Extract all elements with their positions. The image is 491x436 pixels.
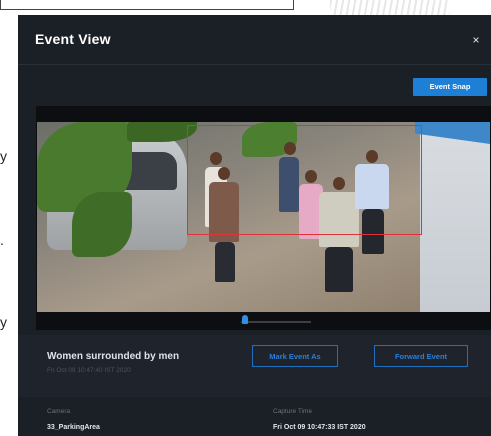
capture-time-value: Fri Oct 09 10:47:33 IST 2020	[273, 424, 366, 431]
detection-bounding-box	[187, 125, 422, 235]
scene-wall	[420, 122, 490, 312]
event-name: Women surrounded by men	[47, 351, 180, 362]
background-text: y	[0, 314, 7, 330]
event-snapshot-image	[37, 122, 490, 312]
event-time: Fri Oct 09 10:47:40 IST 2020	[47, 367, 131, 374]
modal-title: Event View	[35, 31, 111, 47]
background-panel	[0, 0, 294, 10]
scene-person	[215, 242, 235, 282]
event-details: Camera 33_ParkingArea Capture Time Fri O…	[18, 397, 491, 436]
close-icon[interactable]: ×	[469, 33, 483, 47]
modal-header: Event View ×	[18, 15, 491, 65]
event-info-panel: Women surrounded by men Fri Oct 09 10:47…	[18, 335, 491, 397]
event-snap-button[interactable]: Event Snap	[413, 78, 487, 96]
camera-value: 33_ParkingArea	[47, 424, 100, 431]
capture-time-label: Capture Time	[273, 408, 313, 415]
scene-leaf	[72, 192, 132, 257]
video-player[interactable]	[36, 106, 491, 330]
scene-person	[325, 247, 353, 292]
mark-event-as-button[interactable]: Mark Event As	[252, 345, 338, 367]
forward-event-button[interactable]: Forward Event	[374, 345, 468, 367]
video-progress-bar[interactable]	[241, 321, 311, 323]
video-progress-thumb[interactable]	[242, 315, 249, 324]
background-text: y	[0, 148, 7, 164]
camera-label: Camera	[47, 408, 71, 415]
background-text: .	[0, 232, 4, 248]
event-view-modal: Event View × Event Snap Women surrounded…	[18, 15, 491, 436]
